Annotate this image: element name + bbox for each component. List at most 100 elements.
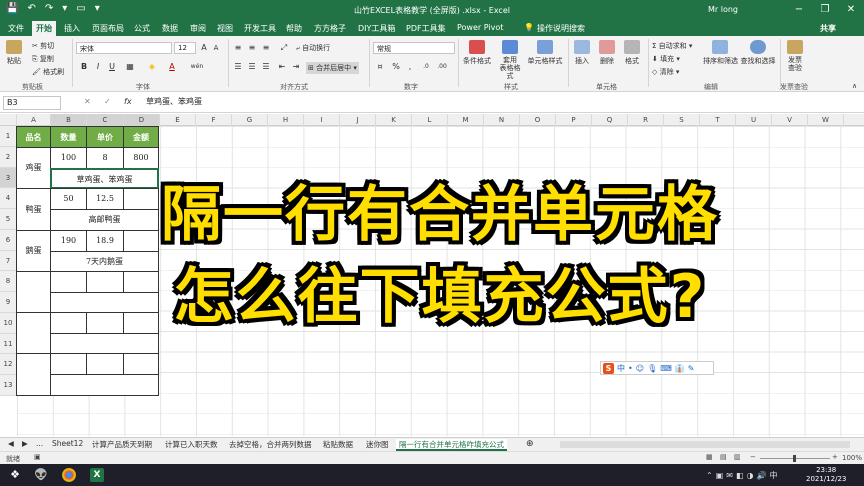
merged-note-cell[interactable]: 7天内鹅蛋 bbox=[50, 251, 159, 272]
product-cell-empty[interactable] bbox=[16, 353, 51, 396]
tell-me-search[interactable]: 操作说明搜索 bbox=[537, 23, 585, 34]
tab-power-pivot[interactable]: Power Pivot bbox=[457, 23, 503, 32]
qty-cell[interactable] bbox=[50, 353, 87, 375]
invoice-check-button[interactable]: 发票 查验 bbox=[784, 40, 806, 72]
tab-formulas[interactable]: 公式 bbox=[134, 23, 150, 34]
row-header-9[interactable]: 9 bbox=[0, 292, 17, 313]
skin-icon[interactable]: 👔 bbox=[675, 364, 685, 373]
price-cell[interactable]: 12.5 bbox=[86, 188, 124, 210]
percent-icon[interactable]: % bbox=[390, 61, 402, 73]
amount-cell[interactable] bbox=[123, 230, 159, 252]
header-cell-amount[interactable]: 金额 bbox=[123, 126, 159, 148]
tab-page-layout[interactable]: 页面布局 bbox=[92, 23, 124, 34]
tools-icon[interactable]: ✎ bbox=[688, 364, 695, 373]
zoom-out-button[interactable]: − bbox=[750, 453, 756, 461]
minimize-button[interactable]: − bbox=[786, 0, 812, 20]
align-center-icon[interactable]: ☰ bbox=[246, 61, 258, 73]
tab-home[interactable]: 开始 bbox=[32, 21, 56, 36]
column-header-w[interactable]: W bbox=[808, 114, 844, 126]
increase-decimal-icon[interactable]: .0 bbox=[420, 61, 432, 73]
name-box[interactable]: B3 bbox=[3, 96, 61, 110]
row-header-3[interactable]: 3 bbox=[0, 168, 17, 188]
sheet-tab[interactable]: 迷你图 bbox=[366, 439, 389, 450]
merged-note-cell[interactable] bbox=[50, 374, 159, 396]
align-left-icon[interactable]: ☰ bbox=[232, 61, 244, 73]
horizontal-scrollbar[interactable] bbox=[560, 441, 850, 448]
header-cell-price[interactable]: 单价 bbox=[86, 126, 124, 148]
align-bottom-icon[interactable]: ≡ bbox=[260, 42, 272, 54]
user-name[interactable]: Mr long bbox=[708, 5, 738, 14]
orientation-icon[interactable]: ⤢ bbox=[278, 42, 290, 54]
fill-button[interactable]: ⬇ 填充 ▾ bbox=[652, 54, 680, 64]
font-color-icon[interactable]: A bbox=[166, 61, 178, 73]
add-sheet-button[interactable]: ⊕ bbox=[526, 439, 534, 449]
price-cell[interactable]: 8 bbox=[86, 147, 124, 169]
column-header-v[interactable]: V bbox=[772, 114, 808, 126]
macro-record-icon[interactable]: ▣ bbox=[34, 453, 41, 461]
copy-button[interactable]: ⎘ 复制 bbox=[32, 54, 54, 64]
keyboard-icon[interactable]: ⌨ bbox=[660, 364, 672, 373]
border-icon[interactable]: ▦ bbox=[124, 61, 136, 73]
format-as-table-button[interactable]: 套用 表格格式 bbox=[497, 40, 523, 80]
more-sheets-button[interactable]: ... bbox=[36, 439, 43, 448]
font-size-combo[interactable]: 12 bbox=[174, 42, 196, 54]
product-cell-duck[interactable]: 鸭蛋 bbox=[16, 188, 51, 231]
microphone-icon[interactable]: 🎙 bbox=[647, 364, 657, 373]
ime-mode-chinese[interactable]: 中 bbox=[617, 363, 625, 374]
column-header-a[interactable]: A bbox=[17, 114, 51, 126]
grow-font-icon[interactable]: A bbox=[198, 42, 210, 54]
tab-pdf[interactable]: PDF工具集 bbox=[406, 23, 446, 34]
align-top-icon[interactable]: ≡ bbox=[232, 42, 244, 54]
indent-decrease-icon[interactable]: ⇤ bbox=[276, 61, 288, 73]
font-name-combo[interactable]: 宋体 bbox=[76, 42, 172, 54]
column-header-h[interactable]: H bbox=[268, 114, 304, 126]
wrap-text-button[interactable]: ⤶ 自动换行 bbox=[296, 43, 330, 53]
chrome-icon[interactable] bbox=[62, 468, 76, 482]
tab-review[interactable]: 审阅 bbox=[190, 23, 206, 34]
row-header-5[interactable]: 5 bbox=[0, 209, 17, 230]
row-header-13[interactable]: 13 bbox=[0, 375, 17, 396]
column-header-m[interactable]: M bbox=[448, 114, 484, 126]
column-header-j[interactable]: J bbox=[340, 114, 376, 126]
excel-taskbar-icon[interactable]: X bbox=[90, 468, 104, 482]
row-header-7[interactable]: 7 bbox=[0, 251, 17, 271]
row-header-6[interactable]: 6 bbox=[0, 230, 17, 251]
phonetic-button[interactable]: wén bbox=[186, 61, 208, 73]
column-header-n[interactable]: N bbox=[484, 114, 520, 126]
amount-cell[interactable] bbox=[123, 353, 159, 375]
tab-insert[interactable]: 插入 bbox=[64, 23, 80, 34]
close-button[interactable]: ✕ bbox=[838, 0, 864, 20]
conditional-format-button[interactable]: 条件格式 bbox=[462, 40, 492, 66]
clock[interactable]: 23:38 2021/12/23 bbox=[806, 466, 846, 484]
autosum-button[interactable]: Σ 自动求和 ▾ bbox=[652, 41, 692, 51]
row-header-2[interactable]: 2 bbox=[0, 147, 17, 168]
column-header-r[interactable]: R bbox=[628, 114, 664, 126]
cell-styles-button[interactable]: 单元格样式 bbox=[526, 40, 564, 66]
merged-note-cell[interactable]: 高邮鸭蛋 bbox=[50, 209, 159, 231]
currency-icon[interactable]: ¤ bbox=[374, 61, 386, 73]
row-header-10[interactable]: 10 bbox=[0, 313, 17, 334]
product-cell-chicken[interactable]: 鸡蛋 bbox=[16, 147, 51, 189]
select-all-corner[interactable] bbox=[0, 114, 17, 126]
row-header-8[interactable]: 8 bbox=[0, 271, 17, 292]
column-header-c[interactable]: C bbox=[87, 114, 124, 126]
enter-icon[interactable]: ✓ bbox=[104, 97, 111, 106]
product-cell-empty[interactable] bbox=[16, 271, 51, 313]
ime-toolbar[interactable]: S 中 • ☺ 🎙 ⌨ 👔 ✎ bbox=[600, 361, 714, 375]
amount-cell[interactable]: 800 bbox=[123, 147, 159, 169]
sheet-tab[interactable]: 计算已入职天数 bbox=[165, 439, 218, 450]
restore-button[interactable]: ❐ bbox=[812, 0, 838, 20]
column-header-o[interactable]: O bbox=[520, 114, 556, 126]
price-cell[interactable] bbox=[86, 271, 124, 293]
sheet-tab-active[interactable]: 隔一行有合并单元格咋填充公式 bbox=[396, 439, 507, 451]
tab-developer[interactable]: 开发工具 bbox=[244, 23, 276, 34]
formula-input[interactable]: 草鸡蛋、笨鸡蛋 bbox=[146, 96, 202, 107]
tab-view[interactable]: 视图 bbox=[217, 23, 233, 34]
column-header-e[interactable]: E bbox=[160, 114, 196, 126]
price-cell[interactable] bbox=[86, 353, 124, 375]
shrink-font-icon[interactable]: A bbox=[210, 42, 222, 54]
merged-note-cell[interactable] bbox=[50, 333, 159, 354]
underline-button[interactable]: U bbox=[106, 61, 118, 73]
system-tray-icons[interactable]: ⌃▣✉◧◑🔊中 bbox=[706, 470, 780, 481]
insert-cells-button[interactable]: 插入 bbox=[572, 40, 592, 66]
